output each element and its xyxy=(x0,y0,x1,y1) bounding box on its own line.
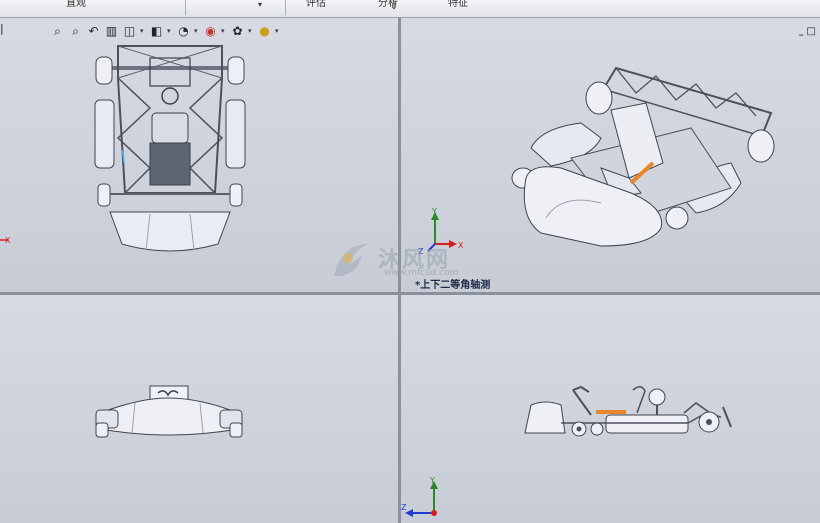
chevron-down-icon[interactable]: ▾ xyxy=(167,27,173,35)
zoom-to-fit-icon[interactable]: ⌕ xyxy=(50,24,65,39)
viewport-side-view[interactable]: Y Z xyxy=(401,295,820,523)
watermark: 沐风网 www.mfcad.com xyxy=(328,240,493,280)
triad-icon: Y Z xyxy=(401,476,438,517)
viewport-corner-mark: | xyxy=(0,22,4,35)
restore-viewport-button[interactable]: □ xyxy=(807,26,816,37)
section-view-icon[interactable]: ▥ xyxy=(104,24,119,39)
tab-feature[interactable]: 特征 xyxy=(448,0,468,9)
watermark-logo-icon xyxy=(334,244,368,276)
display-style-icon[interactable]: ◧ xyxy=(149,24,164,39)
watermark-url: www.mfcad.com xyxy=(384,268,459,278)
triad-y-label: Y xyxy=(431,207,437,216)
hide-show-icon[interactable]: ◔ xyxy=(176,24,191,39)
triad-y-label: Y xyxy=(429,476,435,485)
command-manager-strip: 直观 ▾ 评估 分析 ⇕ 特征 xyxy=(0,0,820,18)
previous-view-icon[interactable]: ↶ xyxy=(86,24,101,39)
apply-scene-icon[interactable]: ✿ xyxy=(230,24,245,39)
zoom-area-icon[interactable]: ⌕ xyxy=(68,24,83,39)
chevron-down-icon[interactable]: ▾ xyxy=(248,27,254,35)
collapse-viewport-button[interactable]: – xyxy=(799,28,805,41)
edit-appearance-icon[interactable]: ◉ xyxy=(203,24,218,39)
chevron-down-icon[interactable]: ▾ xyxy=(194,27,200,35)
view-heads-up-toolbar: ⌕ ⌕ ↶ ▥ ◫ ▾ ◧ ▾ ◔ ▾ ◉ ▾ ✿ ▾ ● ▾ xyxy=(50,22,281,40)
toolbar-separator xyxy=(285,0,286,15)
chevron-down-icon[interactable]: ▾ xyxy=(140,27,146,35)
triad-z-label: Z xyxy=(401,503,407,512)
triad-icon: X xyxy=(0,236,11,245)
toolbar-separator xyxy=(185,0,186,15)
front-view-model xyxy=(95,385,243,438)
side-view-model xyxy=(524,385,732,437)
tab-direct[interactable]: 直观 xyxy=(66,0,86,9)
chevron-down-icon[interactable]: ▾ xyxy=(221,27,227,35)
view-settings-icon[interactable]: ● xyxy=(257,24,272,39)
view-orientation-icon[interactable]: ◫ xyxy=(122,24,137,39)
viewport-front-view[interactable] xyxy=(0,295,398,523)
triad-x-label: X xyxy=(5,236,11,245)
expand-icon[interactable]: ⇕ xyxy=(390,2,398,12)
chevron-down-icon[interactable]: ▾ xyxy=(275,27,281,35)
chevron-down-icon[interactable]: ▾ xyxy=(258,0,262,9)
tab-evaluate[interactable]: 评估 xyxy=(306,0,326,9)
